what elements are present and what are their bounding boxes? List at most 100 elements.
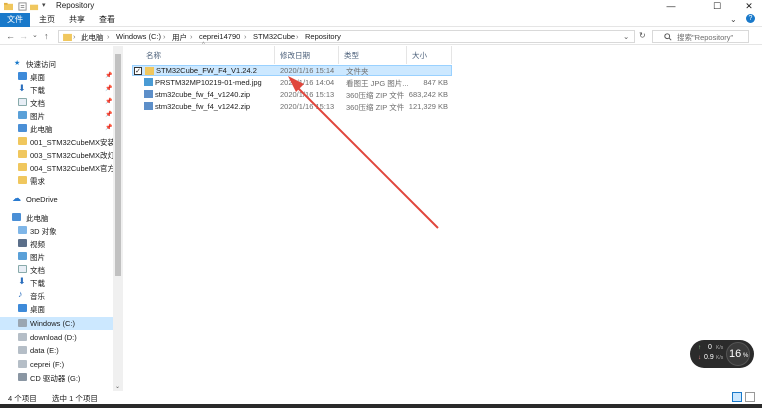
download-arrow-icon: ↓ — [698, 355, 701, 361]
help-icon[interactable]: ? — [746, 14, 755, 23]
column-divider[interactable] — [338, 46, 339, 64]
breadcrumb-separator-icon[interactable]: › — [107, 32, 110, 41]
drive-icon — [18, 333, 27, 341]
recent-locations-icon[interactable]: ⌄ — [32, 31, 38, 39]
breadcrumb-separator-icon[interactable]: › — [190, 32, 193, 41]
breadcrumb-item[interactable]: 此电脑 — [81, 32, 104, 43]
nav-item-3d-objects[interactable]: 3D 对象 — [0, 224, 113, 237]
file-name: stm32cube_fw_f4_v1242.zip — [155, 102, 251, 111]
nav-item-drive-f[interactable]: ceprei (F:) — [0, 358, 113, 371]
nav-item-downloads[interactable]: ⬇ 下载 📌 — [0, 83, 113, 96]
breadcrumb-item[interactable]: Repository — [305, 32, 341, 41]
column-header-size[interactable]: 大小 — [412, 50, 427, 61]
pin-icon[interactable]: 📌 — [105, 111, 112, 118]
nav-item-drive-g[interactable]: CD 驱动器 (G:) — [0, 371, 113, 384]
up-button[interactable]: ↑ — [44, 31, 49, 41]
details-view-icon[interactable] — [732, 392, 742, 402]
breadcrumb-item[interactable]: Windows (C:) — [116, 32, 161, 41]
breadcrumb-item[interactable]: ceprei14790 — [199, 32, 240, 41]
nav-item-drive-c[interactable]: Windows (C:) — [0, 317, 113, 330]
close-button[interactable]: ✕ — [736, 0, 762, 13]
window-title: Repository — [56, 1, 95, 10]
row-checkbox[interactable]: ✓ — [134, 67, 142, 75]
nav-onedrive[interactable]: ☁ OneDrive — [0, 193, 113, 206]
file-date: 2020/1/16 15:13 — [280, 90, 335, 99]
folder-icon — [18, 137, 27, 145]
download-icon: ⬇ — [18, 276, 26, 286]
minimize-button[interactable]: — — [658, 0, 684, 13]
tab-home[interactable]: 主页 — [36, 13, 58, 27]
breadcrumb-separator-icon[interactable]: › — [296, 32, 299, 41]
nav-item-desktop[interactable]: 桌面 📌 — [0, 70, 113, 83]
tab-file[interactable]: 文件 — [0, 13, 30, 27]
nav-item-folder[interactable]: 001_STM32CubeMX安装 — [0, 135, 115, 148]
nav-item-documents[interactable]: 文档 — [0, 263, 113, 276]
new-folder-icon[interactable] — [30, 2, 39, 11]
column-divider[interactable] — [451, 46, 452, 64]
column-header-type[interactable]: 类型 — [344, 50, 359, 61]
nav-item-documents[interactable]: 文档 📌 — [0, 96, 113, 109]
tab-share[interactable]: 共享 — [66, 13, 88, 27]
nav-label: 桌面 — [30, 73, 45, 82]
nav-item-folder[interactable]: 004_STM32CubeMX官方例 — [0, 161, 123, 174]
pin-icon[interactable]: 📌 — [105, 72, 112, 79]
breadcrumb-separator-icon[interactable]: › — [73, 32, 76, 41]
pin-icon[interactable]: 📌 — [105, 124, 112, 131]
table-row[interactable]: PRSTM32MP10219-01-med.jpg 2020/1/16 14:0… — [132, 77, 452, 88]
nav-label: download (D:) — [30, 333, 77, 342]
download-unit: K/s — [716, 355, 724, 361]
download-icon: ⬇ — [18, 83, 26, 93]
column-divider[interactable] — [274, 46, 275, 64]
nav-item-music[interactable]: ♪ 音乐 — [0, 289, 113, 302]
breadcrumb-separator-icon[interactable]: › — [244, 32, 247, 41]
pin-icon[interactable]: 📌 — [105, 85, 112, 92]
network-speed-widget[interactable]: ↑ 0 K/s ↓ 0.9 K/s 16 % — [690, 340, 754, 368]
navigation-pane: ★ 快速访问 桌面 📌 ⬇ 下载 📌 文档 📌 图片 📌 此电脑 📌 001_S… — [0, 46, 123, 391]
cd-drive-icon — [18, 373, 27, 381]
quick-access-dropdown-icon[interactable]: ▾ — [42, 1, 46, 9]
nav-item-desktop[interactable]: 桌面 — [0, 302, 113, 315]
folder-icon — [18, 150, 27, 158]
ribbon-expand-icon[interactable]: ⌄ — [730, 15, 737, 24]
nav-item-drive-d[interactable]: download (D:) — [0, 331, 113, 344]
column-divider[interactable] — [406, 46, 407, 64]
refresh-button[interactable]: ↻ — [639, 31, 646, 40]
search-input[interactable]: 搜索"Repository" — [652, 30, 749, 43]
nav-item-videos[interactable]: 视频 — [0, 237, 113, 250]
picture-icon — [18, 252, 27, 260]
nav-item-drive-e[interactable]: data (E:) — [0, 344, 113, 357]
desktop-icon — [18, 72, 27, 80]
address-dropdown-icon[interactable]: ⌄ — [623, 32, 629, 41]
address-bar[interactable]: › 此电脑 › Windows (C:) › 用户 › ceprei14790 … — [58, 30, 635, 43]
nav-this-pc[interactable]: 此电脑 — [0, 211, 113, 224]
nav-item-pictures[interactable]: 图片 — [0, 250, 113, 263]
breadcrumb-item[interactable]: STM32Cube — [253, 32, 295, 41]
tab-view[interactable]: 查看 — [96, 13, 118, 27]
scrollbar-thumb[interactable] — [115, 54, 121, 276]
upload-speed: 0 — [708, 344, 712, 351]
scroll-down-icon[interactable]: ⌄ — [115, 383, 120, 390]
table-row[interactable]: stm32cube_fw_f4_v1240.zip 2020/1/16 15:1… — [132, 89, 452, 100]
pin-icon[interactable]: 📌 — [105, 98, 112, 105]
column-header-date[interactable]: 修改日期 — [280, 50, 310, 61]
back-button[interactable]: ← — [6, 31, 15, 41]
nav-item-folder[interactable]: 003_STM32CubeMX改灯 — [0, 148, 115, 161]
breadcrumb-item[interactable]: 用户 — [172, 32, 187, 43]
breadcrumb-separator-icon[interactable]: › — [163, 32, 166, 41]
maximize-button[interactable]: ☐ — [704, 0, 730, 13]
file-name: STM32Cube_FW_F4_V1.24.2 — [156, 66, 257, 75]
nav-scrollbar[interactable]: ⌄ — [113, 46, 123, 391]
column-header-name[interactable]: 名称 — [146, 50, 161, 61]
sort-indicator-icon: ^ — [202, 42, 205, 48]
properties-icon[interactable] — [18, 2, 27, 11]
table-row[interactable]: ✓ STM32Cube_FW_F4_V1.24.2 2020/1/16 15:1… — [132, 65, 452, 76]
nav-quick-access[interactable]: ★ 快速访问 — [0, 57, 113, 70]
nav-item-folder[interactable]: 需求 — [0, 174, 113, 187]
file-date: 2020/1/16 15:13 — [280, 102, 335, 111]
nav-item-this-pc[interactable]: 此电脑 📌 — [0, 122, 113, 135]
forward-button[interactable]: → — [19, 31, 28, 41]
nav-item-downloads[interactable]: ⬇ 下载 — [0, 276, 113, 289]
nav-item-pictures[interactable]: 图片 📌 — [0, 109, 113, 122]
large-icons-view-icon[interactable] — [745, 392, 755, 402]
table-row[interactable]: stm32cube_fw_f4_v1242.zip 2020/1/16 15:1… — [132, 101, 452, 112]
